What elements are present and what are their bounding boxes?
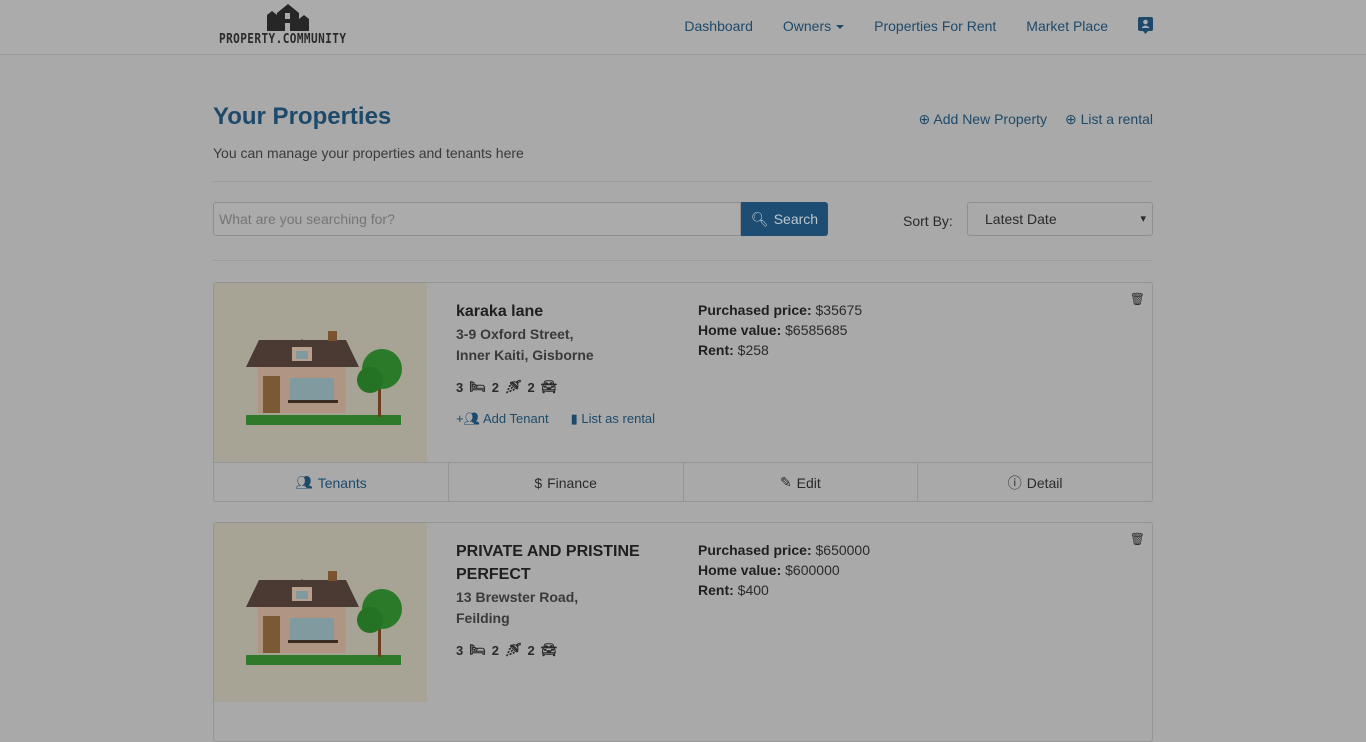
add-tenant-link[interactable]: +👥︎ Add Tenant	[456, 411, 549, 427]
edit-label: Edit	[796, 474, 821, 491]
rent-value: $258	[737, 342, 769, 358]
bed-icon: 🛏︎	[469, 642, 486, 657]
home-value-label: Home value:	[698, 322, 782, 338]
list-as-rental-label: List as rental	[581, 411, 656, 426]
divider	[213, 260, 1153, 261]
rent-value: $400	[737, 582, 769, 598]
users-icon: 👥︎	[294, 474, 313, 490]
baths-count: 2	[491, 642, 499, 658]
dollar-icon: $	[534, 474, 543, 491]
finance-label: Finance	[547, 474, 597, 491]
list-as-rental-link[interactable]: ▮ List as rental	[571, 411, 655, 427]
search-icon: 🔍︎	[750, 210, 769, 227]
baths-count: 2	[491, 379, 499, 395]
property-address-line1: 13 Brewster Road,	[456, 589, 579, 605]
rent-label: Rent:	[698, 342, 734, 358]
beds-count: 3	[456, 642, 464, 658]
cars-count: 2	[527, 379, 535, 395]
property-address-line2: Feilding	[456, 610, 510, 626]
property-address-line2: Inner Kaiti, Gisborne	[456, 347, 594, 363]
property-image[interactable]	[214, 283, 427, 462]
property-image[interactable]	[214, 523, 427, 702]
property-name[interactable]: PRIVATE AND PRISTINE PERFECT	[456, 540, 666, 586]
search-button[interactable]: 🔍︎ Search	[741, 202, 828, 236]
trash-icon[interactable]: 🗑︎	[1130, 292, 1145, 306]
pencil-icon: ✎	[779, 474, 792, 490]
home-value: $600000	[785, 562, 840, 578]
divider	[213, 181, 1153, 182]
file-plus-icon: ▮	[570, 411, 578, 426]
property-name[interactable]: karaka lane	[456, 300, 666, 323]
finance-button[interactable]: $ Finance	[449, 463, 684, 502]
purchased-label: Purchased price:	[698, 542, 812, 558]
purchased-price: $650000	[815, 542, 871, 558]
user-plus-icon: +👥︎	[456, 411, 481, 426]
purchased-label: Purchased price:	[698, 302, 812, 318]
sort-select[interactable]: Latest Date	[967, 202, 1153, 236]
property-address-line1: 3-9 Oxford Street,	[456, 326, 574, 342]
cars-count: 2	[527, 642, 535, 658]
house-illustration	[246, 331, 402, 425]
shower-icon: 🚿︎	[504, 642, 522, 657]
tenants-label: Tenants	[317, 474, 367, 491]
detail-label: Detail	[1026, 474, 1063, 491]
trash-icon[interactable]: 🗑︎	[1130, 532, 1145, 546]
search-input[interactable]	[213, 202, 741, 236]
beds-count: 3	[456, 379, 464, 395]
bed-icon: 🛏︎	[469, 379, 486, 394]
car-icon: 🚘︎	[540, 642, 558, 657]
detail-button[interactable]: ⓘ Detail	[918, 463, 1152, 502]
home-value: $6585685	[785, 322, 848, 338]
search-button-label: Search	[773, 211, 819, 227]
rent-label: Rent:	[698, 582, 734, 598]
property-card: PRIVATE AND PRISTINE PERFECT 13 Brewster…	[213, 522, 1153, 742]
shower-icon: 🚿︎	[504, 379, 522, 394]
tenants-button[interactable]: 👥︎ Tenants	[214, 463, 449, 502]
car-icon: 🚘︎	[540, 379, 558, 394]
home-value-label: Home value:	[698, 562, 782, 578]
edit-button[interactable]: ✎ Edit	[684, 463, 919, 502]
sort-label: Sort By:	[903, 213, 953, 229]
purchased-price: $35675	[815, 302, 863, 318]
house-illustration	[246, 571, 402, 665]
property-card: karaka lane 3-9 Oxford Street, Inner Kai…	[213, 282, 1153, 502]
add-tenant-label: Add Tenant	[483, 411, 549, 426]
info-icon: ⓘ	[1007, 474, 1022, 491]
